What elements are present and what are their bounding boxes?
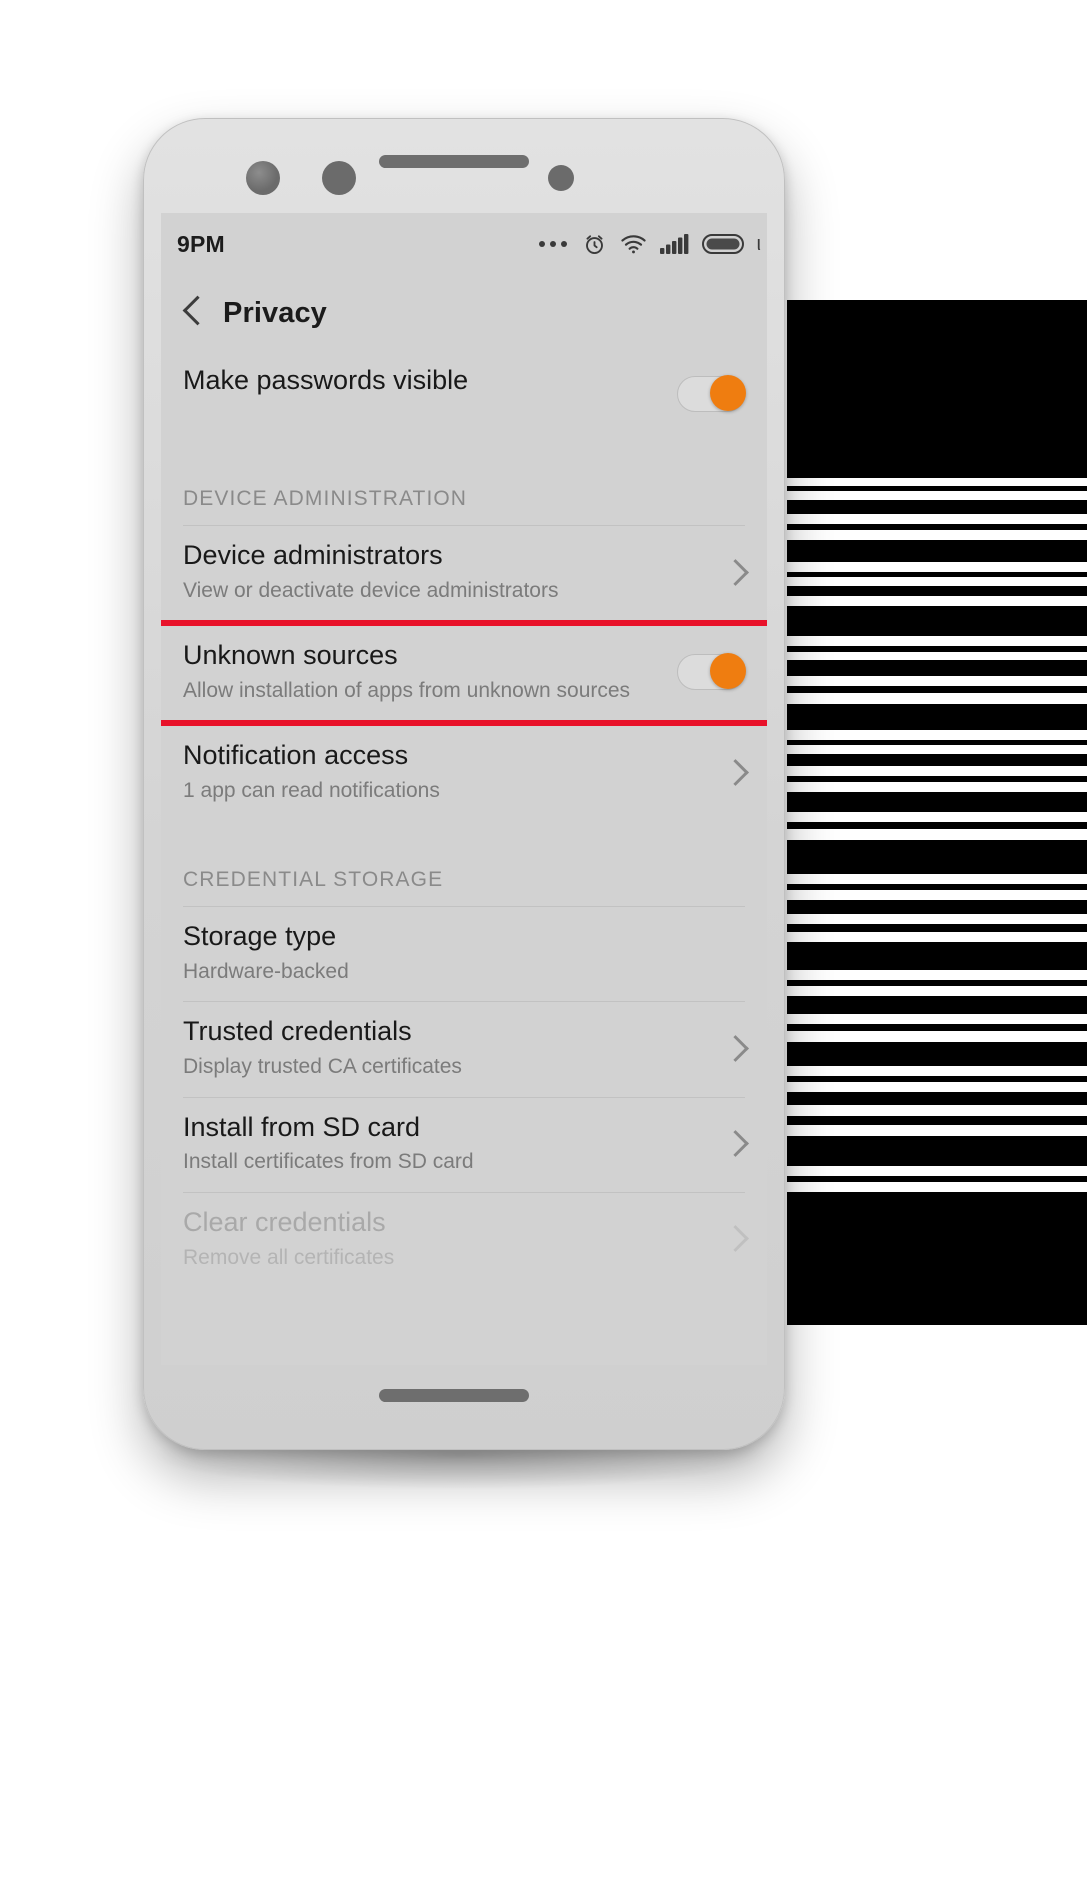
edge-artifacts xyxy=(767,0,1087,1900)
row-summary: Remove all certificates xyxy=(183,1245,395,1269)
phone-screen: 9PM ι Privacy Make passwords visible DEV… xyxy=(161,213,767,1365)
row-title: Make passwords visible xyxy=(183,365,469,395)
row-text: Clear credentials Remove all certificates xyxy=(183,1207,712,1271)
row-text: Trusted credentials Display trusted CA ce… xyxy=(183,1016,712,1080)
artifact-band xyxy=(787,500,1087,514)
row-title: Storage type xyxy=(183,921,337,952)
battery-icon xyxy=(701,232,748,256)
list-item-install-from-sd-card[interactable]: Install from SD card Install certificates… xyxy=(161,1098,767,1192)
artifact-band xyxy=(787,660,1087,676)
row-summary: View or deactivate device administrators xyxy=(183,578,559,602)
artifact-band xyxy=(787,924,1087,932)
phone-device-frame: 9PM ι Privacy Make passwords visible DEV… xyxy=(143,118,785,1450)
artifact-band xyxy=(787,900,1087,914)
more-dots-icon xyxy=(538,241,567,247)
artifact-band xyxy=(787,884,1087,890)
artifact-band xyxy=(787,704,1087,730)
app-bar: Privacy xyxy=(161,275,767,351)
artifact-band xyxy=(787,996,1087,1014)
artifact-band xyxy=(787,1116,1087,1125)
battery-tail-glyph: ι xyxy=(756,232,761,255)
wifi-icon xyxy=(620,233,647,255)
back-chevron-icon[interactable] xyxy=(183,296,203,330)
alarm-icon xyxy=(582,232,607,257)
signal-icon xyxy=(659,233,689,255)
row-summary: 1 app can read notifications xyxy=(183,779,440,803)
row-summary: Install certificates from SD card xyxy=(183,1150,474,1174)
artifact-band xyxy=(787,1176,1087,1182)
toggle-switch-make-passwords-visible[interactable] xyxy=(677,375,746,412)
artifact-band xyxy=(787,1024,1087,1031)
row-text: Install from SD card Install certificates… xyxy=(183,1112,712,1176)
row-title: Device administrators xyxy=(183,540,443,570)
artifact-band xyxy=(787,1076,1087,1082)
list-item-notification-access[interactable]: Notification access 1 app can read notifi… xyxy=(161,726,767,820)
row-text: Make passwords visible xyxy=(183,365,663,397)
front-camera-icon xyxy=(246,161,280,195)
artifact-band xyxy=(787,572,1087,577)
chevron-right-icon xyxy=(722,1225,749,1253)
artifact-band xyxy=(787,1092,1087,1105)
artifact-band xyxy=(787,792,1087,812)
artifact-band xyxy=(787,524,1087,530)
toggle-switch-unknown-sources[interactable] xyxy=(677,653,746,691)
row-title: Trusted credentials xyxy=(183,1016,412,1047)
artifact-band xyxy=(787,586,1087,596)
artifact-band xyxy=(787,1042,1087,1066)
list-item-make-passwords-visible[interactable]: Make passwords visible xyxy=(161,351,767,439)
settings-list: Make passwords visible DEVICE ADMINISTRAT… xyxy=(161,351,767,1287)
chevron-right-icon[interactable] xyxy=(722,1035,749,1062)
row-summary: Display trusted CA certificates xyxy=(183,1055,462,1079)
artifact-band xyxy=(787,942,1087,970)
artifact-band xyxy=(787,1136,1087,1166)
toggle-knob xyxy=(710,375,746,411)
artifact-band xyxy=(787,606,1087,636)
section-header-device-administration: DEVICE ADMINISTRATION xyxy=(183,487,468,510)
artifact-band xyxy=(787,822,1087,829)
earpiece-speaker xyxy=(379,155,529,168)
page-title: Privacy xyxy=(223,296,327,329)
toggle-knob xyxy=(710,653,746,690)
row-title: Install from SD card xyxy=(183,1111,421,1142)
artifact-band xyxy=(787,486,1087,491)
chevron-right-icon[interactable] xyxy=(722,558,749,586)
row-summary: Allow installation of apps from unknown … xyxy=(183,678,631,702)
row-summary: Hardware-backed xyxy=(183,960,349,984)
row-title: Notification access xyxy=(183,740,409,771)
list-item-storage-type[interactable]: Storage type Hardware-backed xyxy=(161,907,767,1001)
artifact-band xyxy=(787,840,1087,874)
artifact-band xyxy=(787,980,1087,986)
chevron-right-icon[interactable] xyxy=(722,1130,749,1158)
chevron-right-icon[interactable] xyxy=(722,758,749,786)
list-item-clear-credentials: Clear credentials Remove all certificates xyxy=(161,1193,767,1287)
artifact-band xyxy=(787,470,1087,478)
artifact-band xyxy=(787,740,1087,745)
status-icons: ι xyxy=(538,232,763,257)
row-title: Unknown sources xyxy=(183,640,398,671)
artifact-block xyxy=(787,1205,1087,1325)
row-text: Notification access 1 app can read notifi… xyxy=(183,740,712,804)
proximity-sensor-icon xyxy=(548,165,574,191)
row-text: Storage type Hardware-backed xyxy=(183,921,745,985)
status-bar: 9PM ι xyxy=(161,213,767,275)
artifact-band xyxy=(787,776,1087,782)
artifact-band xyxy=(787,646,1087,652)
section-header-credential-storage: CREDENTIAL STORAGE xyxy=(183,868,444,892)
row-title: Clear credentials xyxy=(183,1206,386,1237)
artifact-band xyxy=(787,754,1087,766)
artifact-block xyxy=(787,300,1087,470)
status-time: 9PM xyxy=(177,230,225,257)
list-item-unknown-sources[interactable]: Unknown sources Allow installation of app… xyxy=(161,626,767,720)
list-item-device-administrators[interactable]: Device administrators View or deactivate … xyxy=(161,526,767,620)
row-text: Unknown sources Allow installation of app… xyxy=(183,640,663,704)
artifact-band xyxy=(787,686,1087,693)
artifact-band xyxy=(787,540,1087,562)
secondary-camera-icon xyxy=(322,161,356,195)
row-text: Device administrators View or deactivate … xyxy=(183,540,712,604)
list-item-trusted-credentials[interactable]: Trusted credentials Display trusted CA ce… xyxy=(161,1002,767,1096)
bottom-speaker xyxy=(379,1389,529,1402)
